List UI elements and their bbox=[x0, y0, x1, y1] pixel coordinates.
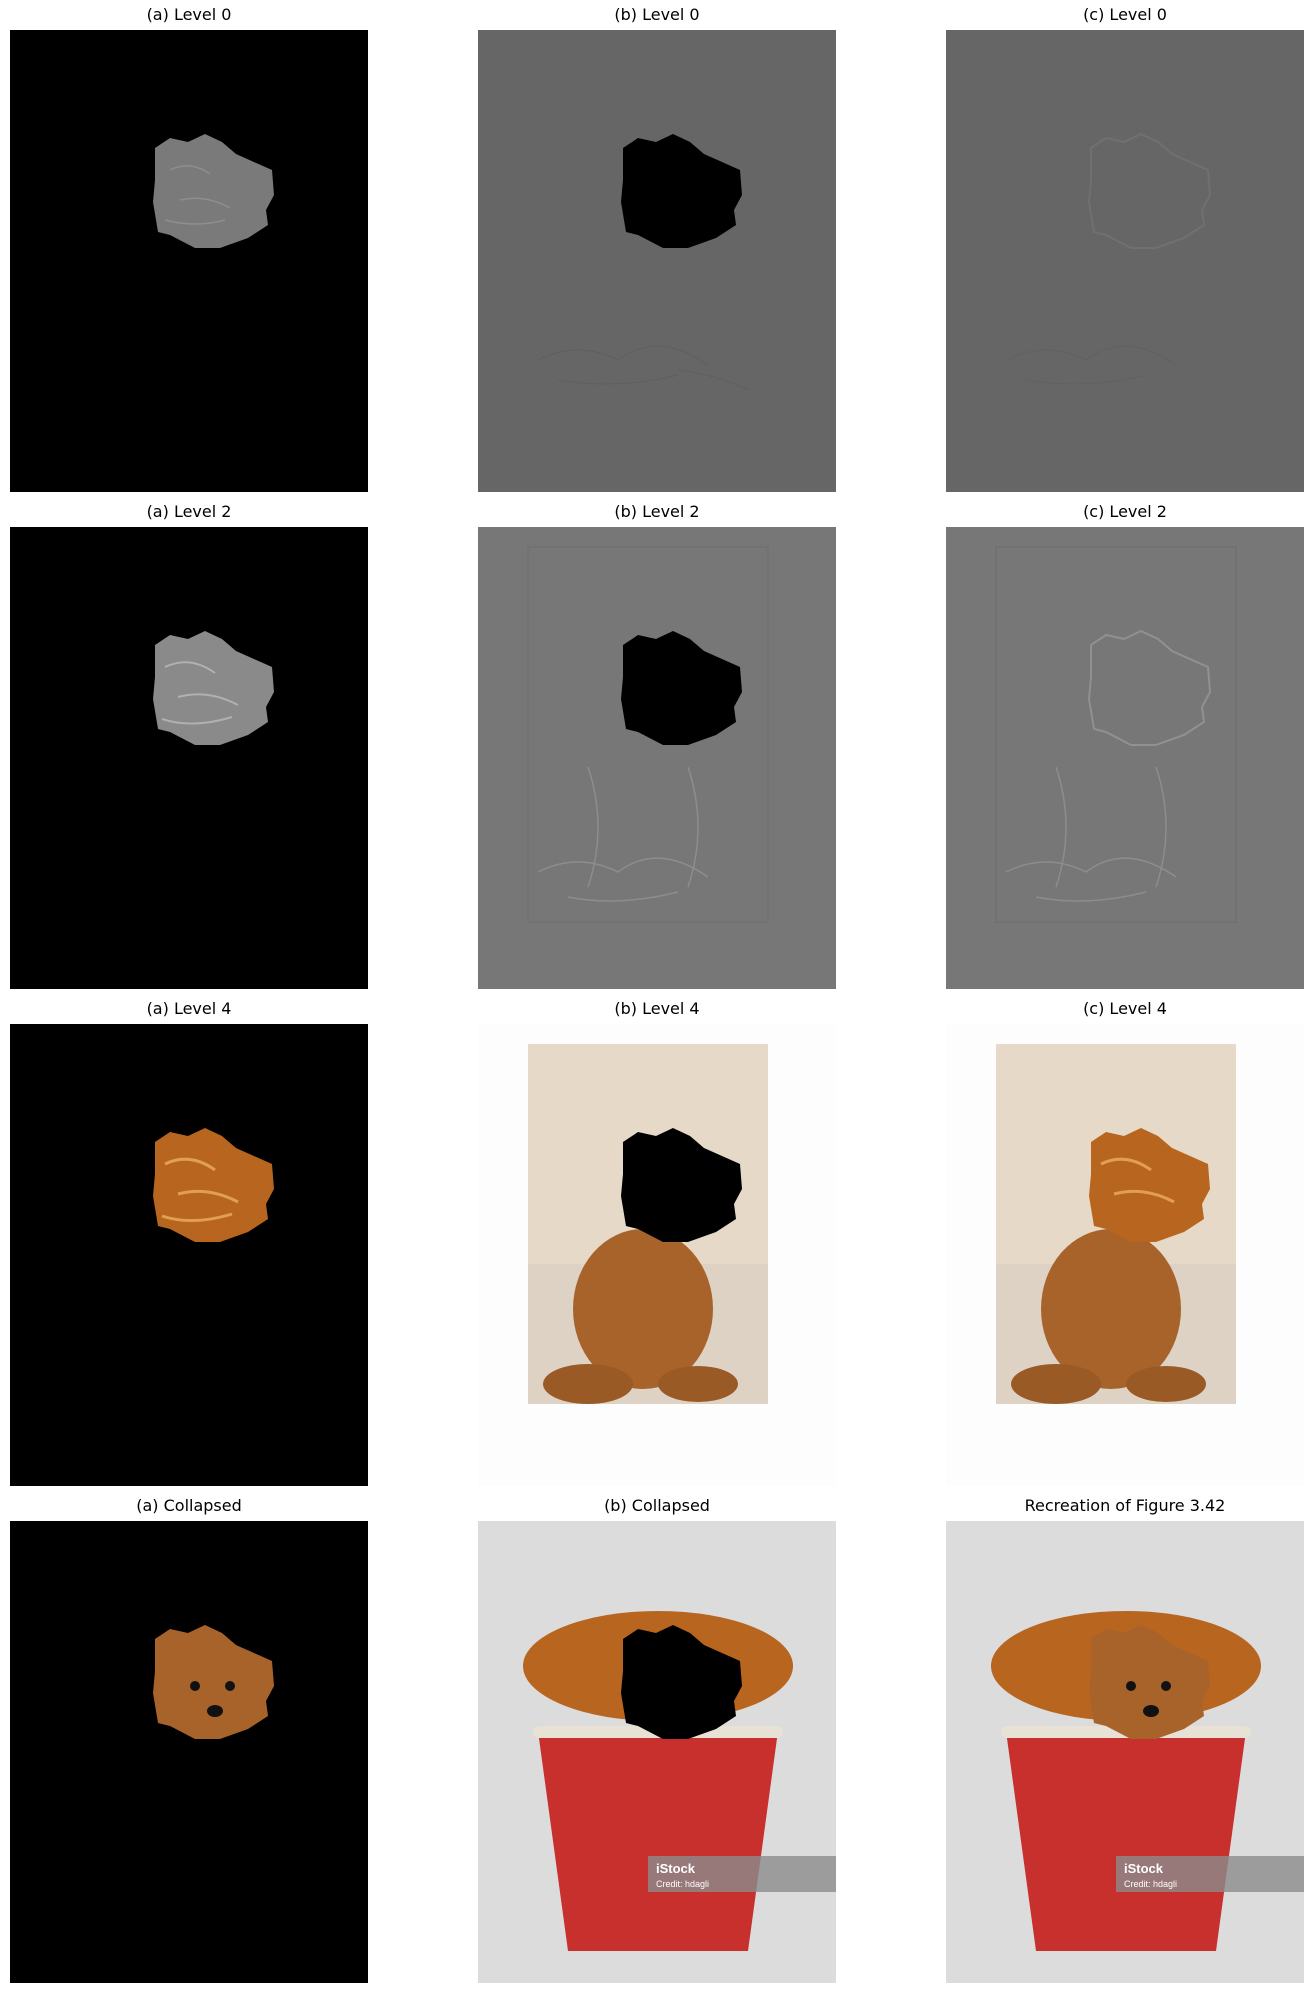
panel-title: (c) Level 2 bbox=[1083, 502, 1167, 521]
watermark-credit: Credit: hdagli bbox=[1124, 1879, 1177, 1889]
poodle-image bbox=[478, 1024, 836, 1486]
laplacian-image bbox=[478, 30, 836, 492]
panel-title: (c) Level 0 bbox=[1083, 5, 1167, 24]
masked-poodle-face-image bbox=[10, 1521, 368, 1983]
panel-title: (b) Level 2 bbox=[614, 502, 700, 521]
watermark-brand: iStock bbox=[1124, 1861, 1164, 1876]
laplacian-image bbox=[946, 30, 1304, 492]
panel-title: (a) Level 2 bbox=[146, 502, 232, 521]
laplacian-image bbox=[946, 527, 1304, 989]
panel-title: (a) Collapsed bbox=[136, 1496, 242, 1515]
watermark-credit: Credit: hdagli bbox=[656, 1879, 709, 1889]
panel-title: (b) Level 0 bbox=[614, 5, 700, 24]
panel-title: (c) Level 4 bbox=[1083, 999, 1167, 1018]
laplacian-mask-image bbox=[10, 527, 368, 989]
masked-chicken-image bbox=[10, 1024, 368, 1486]
panel-title: (a) Level 4 bbox=[146, 999, 232, 1018]
panel-title: (b) Collapsed bbox=[604, 1496, 710, 1515]
poodle-chicken-blend-image bbox=[946, 1024, 1304, 1486]
panel-title: Recreation of Figure 3.42 bbox=[1024, 1496, 1226, 1515]
watermark-brand: iStock bbox=[656, 1861, 696, 1876]
panel-title: (a) Level 0 bbox=[146, 5, 232, 24]
laplacian-image bbox=[478, 527, 836, 989]
panel-title: (b) Level 4 bbox=[614, 999, 700, 1018]
chicken-bucket-image: iStock Credit: hdagli bbox=[478, 1521, 836, 1983]
laplacian-mask-image bbox=[10, 30, 368, 492]
chicken-bucket-poodle-image: iStock Credit: hdagli bbox=[946, 1521, 1304, 1983]
